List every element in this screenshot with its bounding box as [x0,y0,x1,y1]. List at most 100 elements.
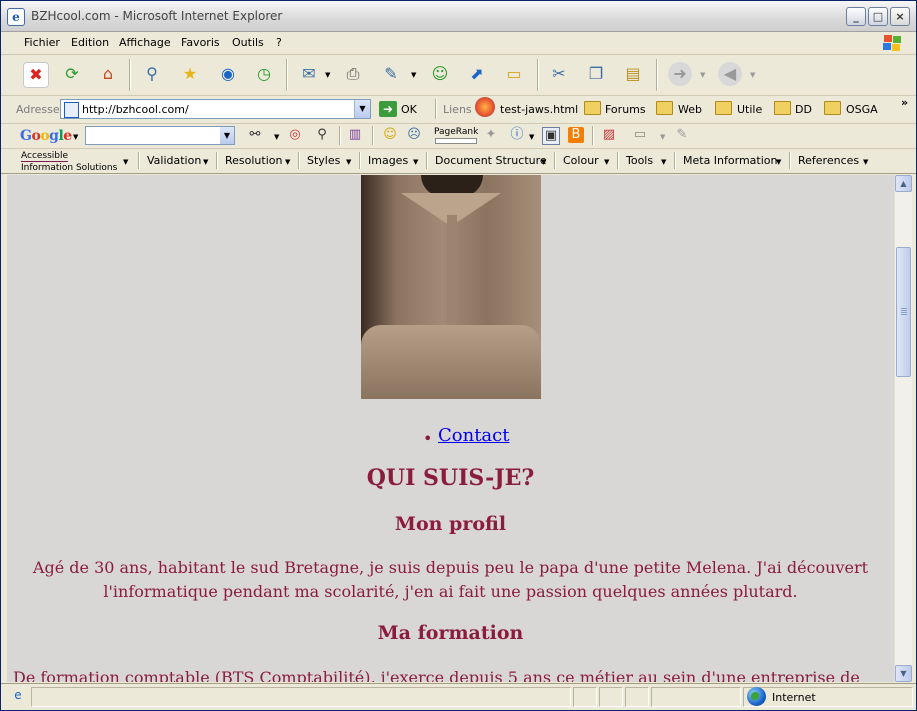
paste-icon[interactable]: ▤ [621,62,645,86]
internet-globe-icon [747,687,766,706]
search-icon[interactable]: ⚲ [140,62,164,86]
link-test-jaws[interactable]: test-jaws.html [500,103,578,116]
scroll-thumb[interactable] [896,247,911,377]
chevron-down-icon[interactable]: ▼ [661,158,666,166]
chevron-down-icon[interactable]: ▼ [411,71,416,79]
link-osga[interactable]: OSGA [846,103,878,116]
menu-colour[interactable]: Colour [563,154,599,167]
search-site-icon[interactable]: ⚲ [314,127,330,143]
google-logo[interactable]: Google [20,128,72,144]
popup-blocker-icon[interactable]: ▣ [542,127,560,145]
accessible-logo[interactable]: Accessible Information Solutions [21,150,117,173]
pencil-icon[interactable]: ✎ [674,127,690,143]
security-zone-cell [743,687,913,707]
list-bullet: • [423,429,433,448]
menu-affichage[interactable]: Affichage [119,36,171,49]
chevron-down-icon[interactable]: ▼ [346,158,351,166]
windows-logo-icon [878,34,908,52]
folder-icon[interactable]: ▭ [502,62,526,86]
go-arrow-icon[interactable]: ➜ [379,101,397,117]
pagerank-label: PageRank [434,127,479,137]
menu-help[interactable]: ? [276,36,282,49]
menu-references[interactable]: References [798,154,859,167]
chevron-down-icon[interactable]: ▼ [660,133,665,141]
menu-resolution[interactable]: Resolution [225,154,282,167]
address-url[interactable]: http://bzhcool.com/ [82,103,189,116]
chevron-down-icon[interactable]: ▼ [220,127,234,144]
menu-document-structure[interactable]: Document Structure [435,154,547,167]
edit-icon[interactable]: ✎ [379,62,403,86]
menu-edition[interactable]: Edition [71,36,109,49]
chevron-down-icon[interactable]: ▼ [325,71,330,79]
home-icon[interactable]: ⌂ [96,62,120,86]
contact-link[interactable]: Contact [438,425,509,446]
menu-favoris[interactable]: Favoris [181,36,220,49]
messenger-icon[interactable]: ☺ [428,62,452,86]
blogger-icon[interactable]: B [568,127,584,143]
chevron-down-icon[interactable]: ▼ [700,71,705,79]
chevron-down-icon[interactable]: ▼ [413,158,418,166]
menu-images[interactable]: Images [368,154,408,167]
profile-text-line2: l'informatique pendant ma scolarité, j'e… [103,582,798,601]
vertical-scrollbar[interactable]: ▲ ▼ [894,175,912,682]
smile-icon[interactable]: ☺ [382,127,398,143]
menu-fichier[interactable]: Fichier [24,36,60,49]
pagerank-book-icon[interactable]: ▥ [347,127,363,143]
window-title: BZHcool.com - Microsoft Internet Explore… [31,9,283,23]
link-forums[interactable]: Forums [605,103,646,116]
highlight-icon[interactable]: ✦ [483,127,499,143]
chevron-down-icon[interactable]: ▼ [203,158,208,166]
menu-validation[interactable]: Validation [147,154,201,167]
address-input[interactable]: http://bzhcool.com/ ▼ [60,99,371,119]
chevron-down-icon[interactable]: ▼ [541,158,546,166]
link-utile[interactable]: Utile [737,103,762,116]
forward-icon[interactable]: ➜ [668,62,692,86]
binoculars-icon[interactable]: ⚯ [247,127,263,143]
chevron-down-icon[interactable]: ▼ [750,71,755,79]
chevron-down-icon[interactable]: ▼ [604,158,609,166]
menu-meta-information[interactable]: Meta Information [683,154,777,167]
link-web[interactable]: Web [678,103,702,116]
chevron-down-icon[interactable]: ▼ [123,158,128,166]
copy-icon[interactable]: ❐ [584,62,608,86]
back-icon[interactable]: ◀ [718,62,742,86]
favorites-icon[interactable]: ★ [178,62,202,86]
profile-text: Agé de 30 ans, habitant le sud Bretagne,… [7,556,894,604]
chevron-down-icon[interactable]: ▼ [863,158,868,166]
print-icon[interactable]: ⎙ [341,62,365,86]
refresh-icon[interactable]: ⟳ [60,62,84,86]
menu-outils[interactable]: Outils [232,36,264,49]
status-cell [599,687,623,707]
research-icon[interactable]: ⬈ [465,62,489,86]
menu-tools[interactable]: Tools [626,154,653,167]
menu-styles[interactable]: Styles [307,154,340,167]
menu-bar: Fichier Edition Affichage Favoris Outils… [1,32,916,55]
media-icon[interactable]: ◉ [216,62,240,86]
link-dd[interactable]: DD [795,103,812,116]
info-icon[interactable]: ⓘ [509,127,525,143]
cut-icon[interactable]: ✂ [547,62,571,86]
autofill-icon[interactable]: ▨ [601,127,617,143]
go-button[interactable]: OK [401,103,417,116]
options-folder-icon[interactable]: ▭ [632,127,648,143]
chevron-down-icon[interactable]: ▼ [73,133,78,141]
chevron-down-icon[interactable]: ▼ [274,133,279,141]
close-button[interactable]: × [890,7,910,26]
news-search-icon[interactable]: ◎ [287,127,303,143]
mail-icon[interactable]: ✉ [297,62,321,86]
minimize-button[interactable]: _ [846,7,866,26]
scroll-up-icon[interactable]: ▲ [895,175,912,192]
chevron-down-icon[interactable]: ▼ [354,100,370,118]
history-icon[interactable]: ◷ [252,62,276,86]
title-bar[interactable]: e BZHcool.com - Microsoft Internet Explo… [1,1,916,32]
page-icon [64,102,79,118]
scroll-down-icon[interactable]: ▼ [895,665,912,682]
frown-icon[interactable]: ☹ [406,127,422,143]
chevron-down-icon[interactable]: ▼ [529,133,534,141]
maximize-button[interactable]: □ [868,7,888,26]
google-search-input[interactable]: ▼ [85,126,235,145]
stop-icon[interactable]: ✖ [23,62,49,88]
chevron-down-icon[interactable]: ▼ [285,158,290,166]
links-more-icon[interactable]: » [901,96,908,109]
chevron-down-icon[interactable]: ▼ [776,158,781,166]
